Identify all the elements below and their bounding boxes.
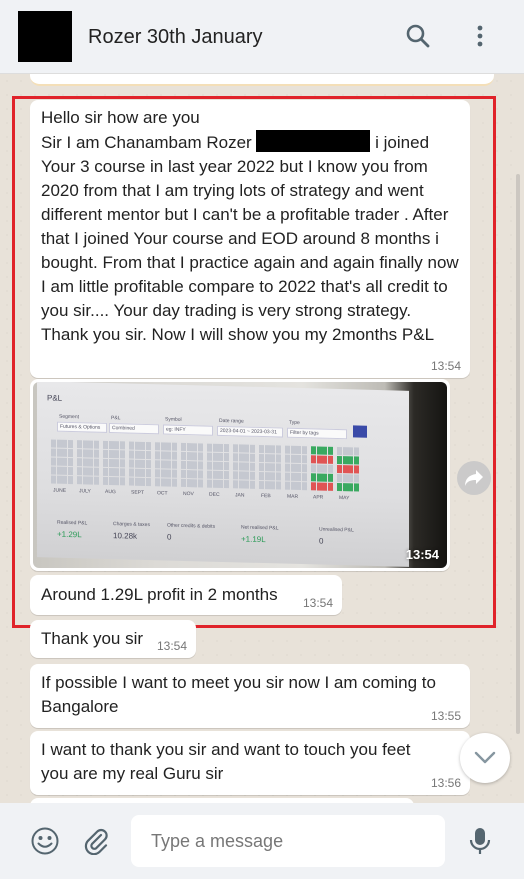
highlight-box — [12, 96, 496, 628]
message-bubble[interactable]: Thank you sir 13:54 — [30, 620, 196, 658]
message-time: 13:54 — [156, 639, 187, 653]
chat-header: Rozer 30th January — [0, 0, 524, 74]
compose-bar — [0, 803, 524, 879]
chat-title[interactable]: Rozer 30th January — [88, 26, 263, 49]
emoji-icon[interactable] — [27, 823, 63, 859]
chat-area[interactable]: Hello sir how are you Sir I am Chanambam… — [0, 74, 524, 803]
message-text: I want to thank you sir and want to touc… — [41, 740, 416, 783]
scroll-down-button[interactable] — [460, 733, 510, 783]
attach-icon[interactable] — [78, 823, 114, 859]
menu-icon[interactable] — [464, 20, 496, 52]
microphone-icon[interactable] — [462, 823, 498, 859]
message-text: If possible I want to meet you sir now I… — [41, 673, 441, 716]
chevron-down-icon — [474, 751, 496, 764]
previous-message-bubble — [30, 74, 494, 86]
message-time: 13:55 — [430, 709, 461, 723]
scrollbar[interactable] — [516, 174, 520, 734]
message-time: 13:56 — [430, 776, 461, 790]
message-bubble[interactable]: If possible I want to meet you sir now I… — [30, 664, 470, 728]
avatar[interactable] — [18, 11, 72, 62]
search-icon[interactable] — [402, 20, 434, 52]
message-input[interactable] — [131, 815, 445, 867]
message-bubble[interactable]: I want to thank you sir and want to touc… — [30, 731, 470, 795]
